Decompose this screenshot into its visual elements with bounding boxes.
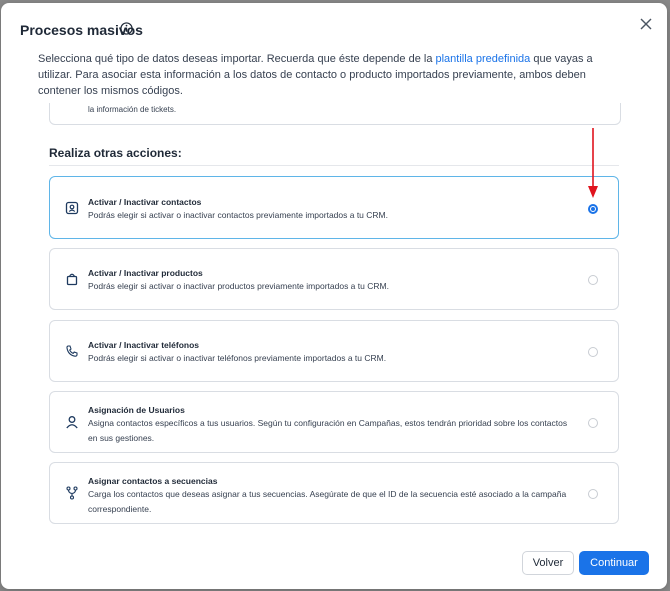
template-link[interactable]: plantilla predefinida	[436, 53, 531, 65]
close-icon[interactable]	[640, 18, 652, 30]
option-title: Asignación de Usuarios	[88, 405, 185, 415]
option-title: Activar / Inactivar productos	[88, 268, 203, 278]
option-radio[interactable]	[588, 275, 598, 285]
option-description: Podrás elegir si activar o inactivar tel…	[88, 353, 387, 363]
previous-option-text: la información de tickets.	[88, 105, 177, 114]
option-assign-sequences[interactable]: Asignar contactos a secuencias Carga los…	[49, 462, 619, 524]
option-description: Carga los contactos que deseas asignar a…	[88, 489, 567, 514]
option-title: Activar / Inactivar contactos	[88, 197, 202, 207]
option-radio[interactable]	[588, 489, 598, 499]
contact-card-icon	[65, 201, 79, 215]
continue-button[interactable]: Continuar	[579, 551, 649, 575]
options-scroll-area[interactable]: la información de tickets. Realiza otras…	[1, 103, 667, 533]
previous-option-card[interactable]: la información de tickets.	[49, 103, 621, 125]
phone-icon	[66, 345, 78, 357]
option-activate-phones[interactable]: Activar / Inactivar teléfonos Podrás ele…	[49, 320, 619, 382]
info-icon[interactable]	[120, 22, 133, 35]
option-description: Podrás elegir si activar o inactivar pro…	[88, 281, 389, 291]
section-title: Realiza otras acciones:	[49, 146, 182, 160]
option-title: Asignar contactos a secuencias	[88, 476, 218, 486]
section-divider	[49, 165, 619, 166]
option-description: Podrás elegir si activar o inactivar con…	[88, 210, 388, 220]
option-radio[interactable]	[588, 347, 598, 357]
shopping-bag-icon	[66, 273, 78, 286]
option-description: Asigna contactos específicos a tus usuar…	[88, 418, 568, 443]
dialog-description: Selecciona qué tipo de datos deseas impo…	[38, 53, 593, 97]
annotation-arrow	[588, 128, 598, 198]
option-title: Activar / Inactivar teléfonos	[88, 340, 200, 350]
option-activate-products[interactable]: Activar / Inactivar productos Podrás ele…	[49, 248, 619, 310]
mass-process-dialog: Procesos masivos Selecciona qué tipo de …	[1, 3, 667, 589]
sequence-branch-icon	[66, 486, 78, 500]
option-assign-users[interactable]: Asignación de Usuarios Asigna contactos …	[49, 391, 619, 453]
option-radio[interactable]	[588, 418, 598, 428]
back-button[interactable]: Volver	[522, 551, 574, 575]
option-activate-contacts[interactable]: Activar / Inactivar contactos Podrás ele…	[49, 176, 619, 239]
option-radio[interactable]	[588, 204, 598, 214]
user-icon	[66, 416, 78, 429]
